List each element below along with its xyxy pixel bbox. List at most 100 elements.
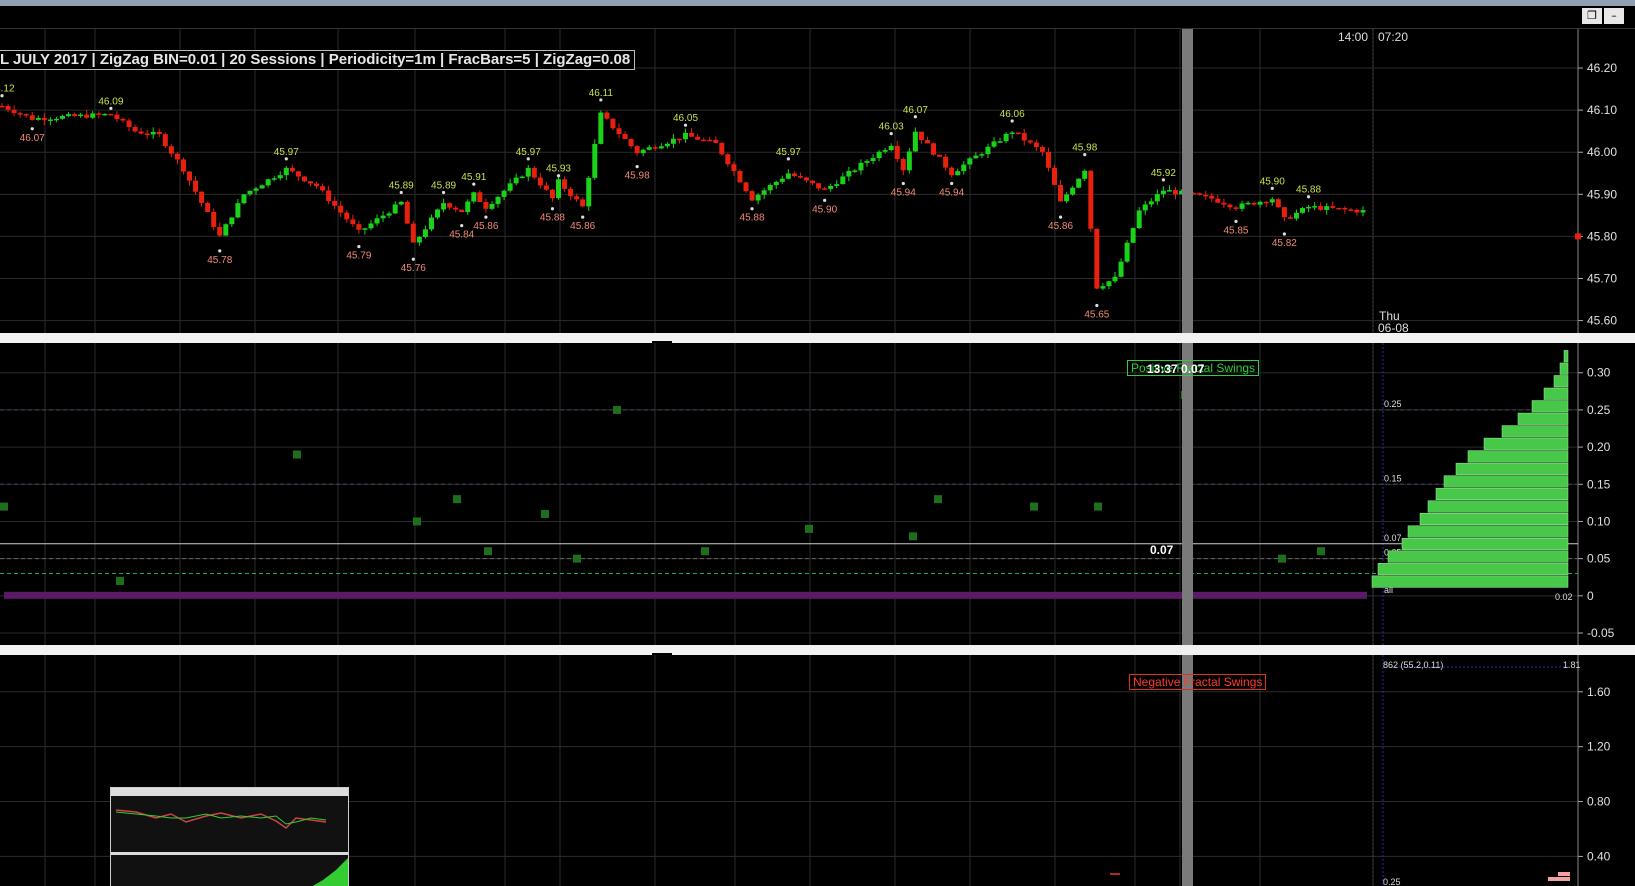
- crosshair-cursor-line[interactable]: [1182, 29, 1193, 333]
- candle-body: [96, 113, 102, 115]
- fractal-high-label: 45.92: [1151, 168, 1176, 179]
- negative-swings-label: Negative Fractal Swings: [1129, 674, 1267, 690]
- candle-body: [1324, 206, 1330, 210]
- candle-body: [670, 138, 676, 144]
- positive-swings-pane[interactable]: 0.350.300.250.200.150.100.050-0.050.250.…: [0, 343, 1635, 645]
- histogram-bar: [1531, 400, 1569, 413]
- price-chart-canvas[interactable]: 46.20 46.10 46.00 45.90 45.80 45.70 45.60 46.12…: [0, 29, 1635, 333]
- fractal-low-label: 45.94: [939, 187, 964, 198]
- fractal-low-marker: [950, 181, 954, 186]
- chart-thumbnail-preview[interactable]: [110, 787, 349, 886]
- candle-body: [858, 162, 864, 171]
- y-axis-tick-label: 0.10: [1587, 514, 1611, 528]
- y-axis-tick-label: 0.40: [1587, 849, 1611, 863]
- fractal-high-label: 46.12: [0, 84, 15, 95]
- candle-body: [441, 203, 447, 210]
- candle-body: [912, 131, 918, 152]
- candle-body: [1221, 202, 1227, 205]
- candle-body: [755, 194, 761, 201]
- y-axis-tick-label: 0: [1587, 589, 1594, 603]
- candle-body: [1082, 170, 1088, 179]
- restore-window-icon[interactable]: ❐: [1582, 8, 1602, 24]
- candle-body: [259, 185, 265, 189]
- fractal-high-label: 45.97: [776, 147, 801, 158]
- histogram-bar: [1371, 575, 1569, 588]
- candle-body: [652, 147, 658, 149]
- fractal-low-marker: [550, 207, 555, 211]
- pane-divider-2[interactable]: [0, 645, 1635, 655]
- candle-body: [84, 114, 90, 118]
- fractal-low-label: 45.82: [1272, 238, 1297, 249]
- fractal-high-label: 45.97: [516, 147, 541, 158]
- swing-point: [453, 495, 461, 504]
- candle-body: [804, 177, 810, 181]
- candle-body: [1215, 198, 1221, 203]
- swing-point: [805, 524, 813, 533]
- fractal-high-label: 45.98: [1072, 143, 1097, 154]
- candle-body: [1106, 281, 1112, 287]
- candle-body: [78, 114, 84, 117]
- candle-body: [822, 188, 828, 190]
- candle-body: [1239, 203, 1245, 209]
- candle-body: [1166, 190, 1172, 192]
- fractal-low-marker: [901, 181, 905, 186]
- candle-body: [108, 113, 114, 116]
- candle-body: [1076, 178, 1082, 188]
- histogram-bar: [1467, 450, 1569, 463]
- candle-body: [326, 190, 332, 202]
- candle-body: [435, 209, 441, 218]
- y-axis-tick-label: 0.80: [1587, 795, 1611, 809]
- candle-body: [422, 229, 428, 237]
- price-chart-pane[interactable]: 46.20 46.10 46.00 45.90 45.80 45.70 45.60 46.12…: [0, 29, 1635, 333]
- candle-body: [537, 177, 543, 186]
- candle-body: [955, 171, 961, 176]
- candle-body: [193, 180, 199, 192]
- fractal-high-label: 45.90: [1260, 176, 1285, 187]
- y-axis-tick-label: 1.60: [1587, 685, 1611, 699]
- swing-point: [573, 554, 581, 563]
- candle-body: [320, 186, 326, 191]
- candle-body: [174, 153, 180, 160]
- candle-body: [900, 158, 906, 171]
- fractal-low-marker: [1282, 232, 1286, 236]
- candle-body: [713, 139, 719, 143]
- positive-swings-canvas[interactable]: 0.350.300.250.200.150.100.050-0.050.250.…: [0, 343, 1635, 645]
- histogram-bar: [1501, 425, 1569, 438]
- candle-body: [453, 207, 459, 210]
- swing-point: [613, 405, 621, 414]
- candle-body: [477, 192, 483, 203]
- baseline-bar: [4, 591, 1367, 599]
- candle-body: [150, 131, 156, 135]
- candle-body: [253, 188, 259, 191]
- histogram-bar: [1419, 512, 1569, 526]
- candle-body: [640, 149, 646, 154]
- fractal-low-marker: [460, 223, 464, 228]
- candle-body: [1039, 146, 1045, 152]
- candle-body: [501, 190, 507, 197]
- candle-body: [658, 146, 664, 149]
- negative-swings-pane[interactable]: 1.60 1.20 0.80 0.40 Negative Fractal Swings…: [0, 655, 1635, 886]
- candle-body: [767, 185, 773, 191]
- histogram-corner-label: 0.02: [1555, 592, 1573, 602]
- y-axis-tick-label: 0.30: [1587, 366, 1611, 380]
- minimize-window-icon[interactable]: –: [1604, 8, 1624, 24]
- candle-body: [168, 146, 174, 154]
- candle-body: [598, 112, 604, 144]
- crosshair-cursor-line[interactable]: [1182, 343, 1193, 645]
- candle-body: [53, 118, 59, 121]
- swing-point: [701, 547, 709, 556]
- fractal-low-label: 45.86: [473, 221, 498, 232]
- pane-divider-1[interactable]: [0, 333, 1635, 343]
- histogram-bar: [1558, 872, 1570, 876]
- candle-body: [574, 196, 580, 200]
- candle-body: [1306, 206, 1312, 209]
- candle-body: [549, 189, 555, 199]
- fractal-low-label: 45.88: [540, 213, 565, 224]
- swing-point: [1278, 554, 1286, 563]
- histogram-bar: [1455, 462, 1569, 475]
- candle-body: [102, 113, 108, 116]
- fractal-low-label: 45.98: [625, 171, 650, 182]
- histogram-bar: [1483, 437, 1569, 450]
- cursor-readout: 13:37 0.07: [1147, 362, 1205, 376]
- candle-body: [519, 176, 525, 179]
